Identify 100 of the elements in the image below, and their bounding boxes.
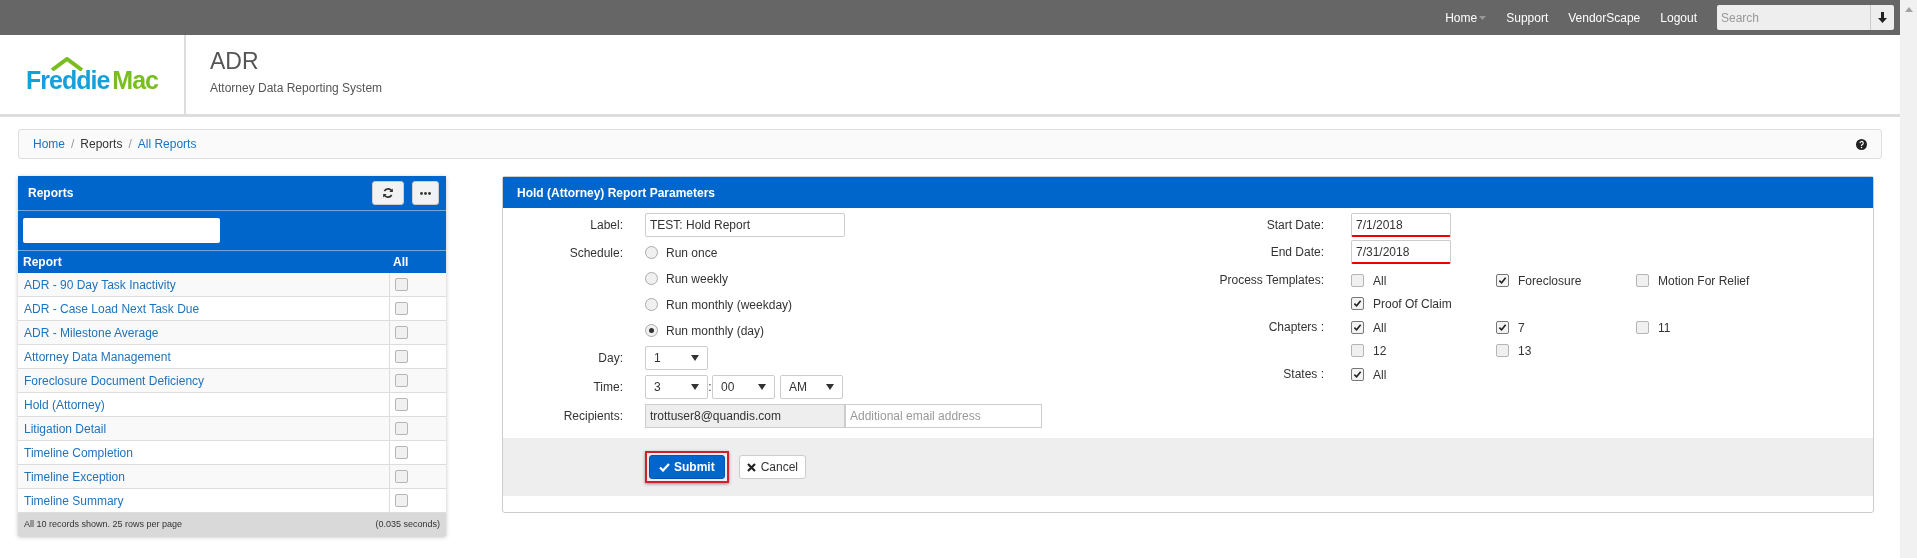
logo: FreddieMac	[24, 56, 160, 95]
checkbox[interactable]	[1636, 321, 1649, 334]
checkbox[interactable]	[395, 470, 408, 483]
field-label: Schedule:	[569, 244, 623, 262]
submit-button[interactable]: Submit	[649, 455, 725, 479]
checkbox[interactable]	[395, 422, 408, 435]
breadcrumb-separator: /	[128, 136, 132, 153]
radio-label: Run once	[666, 244, 718, 262]
records-summary: All 10 records shown. 25 rows per page	[24, 517, 183, 531]
report-link[interactable]: ADR - Case Load Next Task Due	[18, 299, 389, 318]
radio-button[interactable]	[645, 246, 658, 259]
report-link[interactable]: Timeline Completion	[18, 443, 389, 462]
select-field[interactable]: 00	[712, 375, 775, 399]
checkbox[interactable]	[1351, 297, 1364, 310]
checkbox[interactable]	[1351, 344, 1364, 357]
field-label: Start Date:	[1265, 217, 1324, 234]
field-label: Recipients:	[562, 408, 623, 425]
checkbox-label: All	[1373, 366, 1387, 384]
recipient-field[interactable]: trottuser8@quandis.com	[645, 404, 845, 428]
select-field[interactable]: AM	[780, 375, 843, 399]
checkbox-label: All	[1373, 319, 1387, 337]
checkbox-label: 7	[1518, 319, 1525, 337]
down-arrow-icon	[1878, 12, 1887, 23]
checkbox[interactable]	[1636, 274, 1649, 287]
radio-label: Run monthly (weekday)	[666, 296, 793, 314]
radio-label: Run weekly	[666, 270, 729, 288]
search-field[interactable]: Search	[1717, 5, 1870, 30]
filter-field[interactable]	[23, 218, 220, 243]
refresh-icon	[382, 187, 394, 199]
date-field[interactable]: 7/31/2018	[1351, 240, 1451, 264]
radio-button[interactable]	[645, 272, 658, 285]
checkbox-label: Foreclosure	[1518, 272, 1582, 290]
help-icon[interactable]	[1856, 138, 1867, 150]
checkbox[interactable]	[1496, 344, 1509, 357]
caret-icon	[1479, 15, 1487, 20]
up-arrow-icon	[1904, 7, 1913, 12]
radio-button[interactable]	[645, 324, 658, 337]
field-label: Chapters :	[1267, 320, 1324, 335]
checkbox[interactable]	[395, 398, 408, 411]
breadcrumb-separator: /	[71, 136, 75, 153]
caret-icon	[758, 384, 766, 390]
scrollbar[interactable]	[1900, 0, 1917, 558]
checkbox-label: 12	[1373, 342, 1387, 360]
field-label: Label:	[589, 217, 623, 234]
caret-icon	[826, 384, 834, 390]
checkbox-label: 13	[1518, 342, 1532, 360]
checkbox-label: 11	[1658, 319, 1671, 337]
checkbox[interactable]	[1351, 274, 1364, 287]
checkbox[interactable]	[395, 374, 408, 387]
app-subtitle: Attorney Data Reporting System	[210, 80, 383, 97]
breadcrumb-current: Reports	[80, 136, 123, 153]
panel-title: Hold (Attorney) Report Parameters	[517, 184, 716, 202]
panel-title: Reports	[28, 185, 74, 202]
field-label: States :	[1282, 367, 1324, 382]
field-label: Time:	[592, 379, 623, 396]
report-link[interactable]: Hold (Attorney)	[18, 395, 389, 414]
field-label: End Date:	[1269, 244, 1324, 261]
checkbox-label: All	[1373, 272, 1387, 290]
checkbox[interactable]	[395, 446, 408, 459]
column-header: Report	[22, 254, 63, 271]
more-icon	[420, 191, 431, 195]
nav-link[interactable]: VendorScape	[1568, 8, 1641, 27]
download-button[interactable]	[1870, 5, 1894, 30]
field-label: Process Templates:	[1218, 273, 1324, 288]
checkbox[interactable]	[1496, 274, 1509, 287]
checkbox[interactable]	[1351, 368, 1364, 381]
check-icon	[659, 462, 670, 472]
select-field[interactable]: 1	[645, 346, 708, 370]
label-field[interactable]: TEST: Hold Report	[645, 213, 845, 237]
checkbox[interactable]	[1351, 321, 1364, 334]
report-link[interactable]: Attorney Data Management	[18, 347, 389, 366]
checkbox[interactable]	[395, 326, 408, 339]
caret-icon	[691, 384, 699, 390]
time-separator: :	[708, 379, 712, 396]
checkbox[interactable]	[395, 302, 408, 315]
checkbox[interactable]	[1496, 321, 1509, 334]
more-button[interactable]	[412, 181, 439, 205]
caret-icon	[691, 355, 699, 361]
checkbox[interactable]	[395, 278, 408, 291]
close-icon	[746, 462, 756, 472]
checkbox[interactable]	[395, 350, 408, 363]
report-link[interactable]: Timeline Summary	[18, 491, 389, 510]
app-title: ADR	[210, 47, 260, 75]
nav-link[interactable]: Support	[1506, 8, 1549, 27]
field-label: Day:	[597, 350, 623, 367]
radio-button[interactable]	[645, 298, 658, 311]
breadcrumb-link[interactable]: Home	[33, 135, 65, 153]
checkbox-label: Motion For Relief	[1658, 272, 1750, 290]
select-field[interactable]: 3	[645, 375, 708, 399]
checkbox[interactable]	[395, 494, 408, 507]
nav-link[interactable]: Logout	[1660, 8, 1697, 27]
refresh-button[interactable]	[372, 181, 404, 205]
email-field[interactable]: Additional email address	[845, 404, 1042, 428]
column-header: All	[392, 254, 410, 271]
query-time: (0.035 seconds)	[375, 517, 440, 531]
breadcrumb-link[interactable]: All Reports	[137, 135, 197, 153]
cancel-button[interactable]: Cancel	[738, 455, 807, 479]
date-field[interactable]: 7/1/2018	[1351, 213, 1451, 237]
checkbox-label: Proof Of Claim	[1373, 295, 1452, 313]
nav-link[interactable]: Home	[1445, 8, 1487, 27]
